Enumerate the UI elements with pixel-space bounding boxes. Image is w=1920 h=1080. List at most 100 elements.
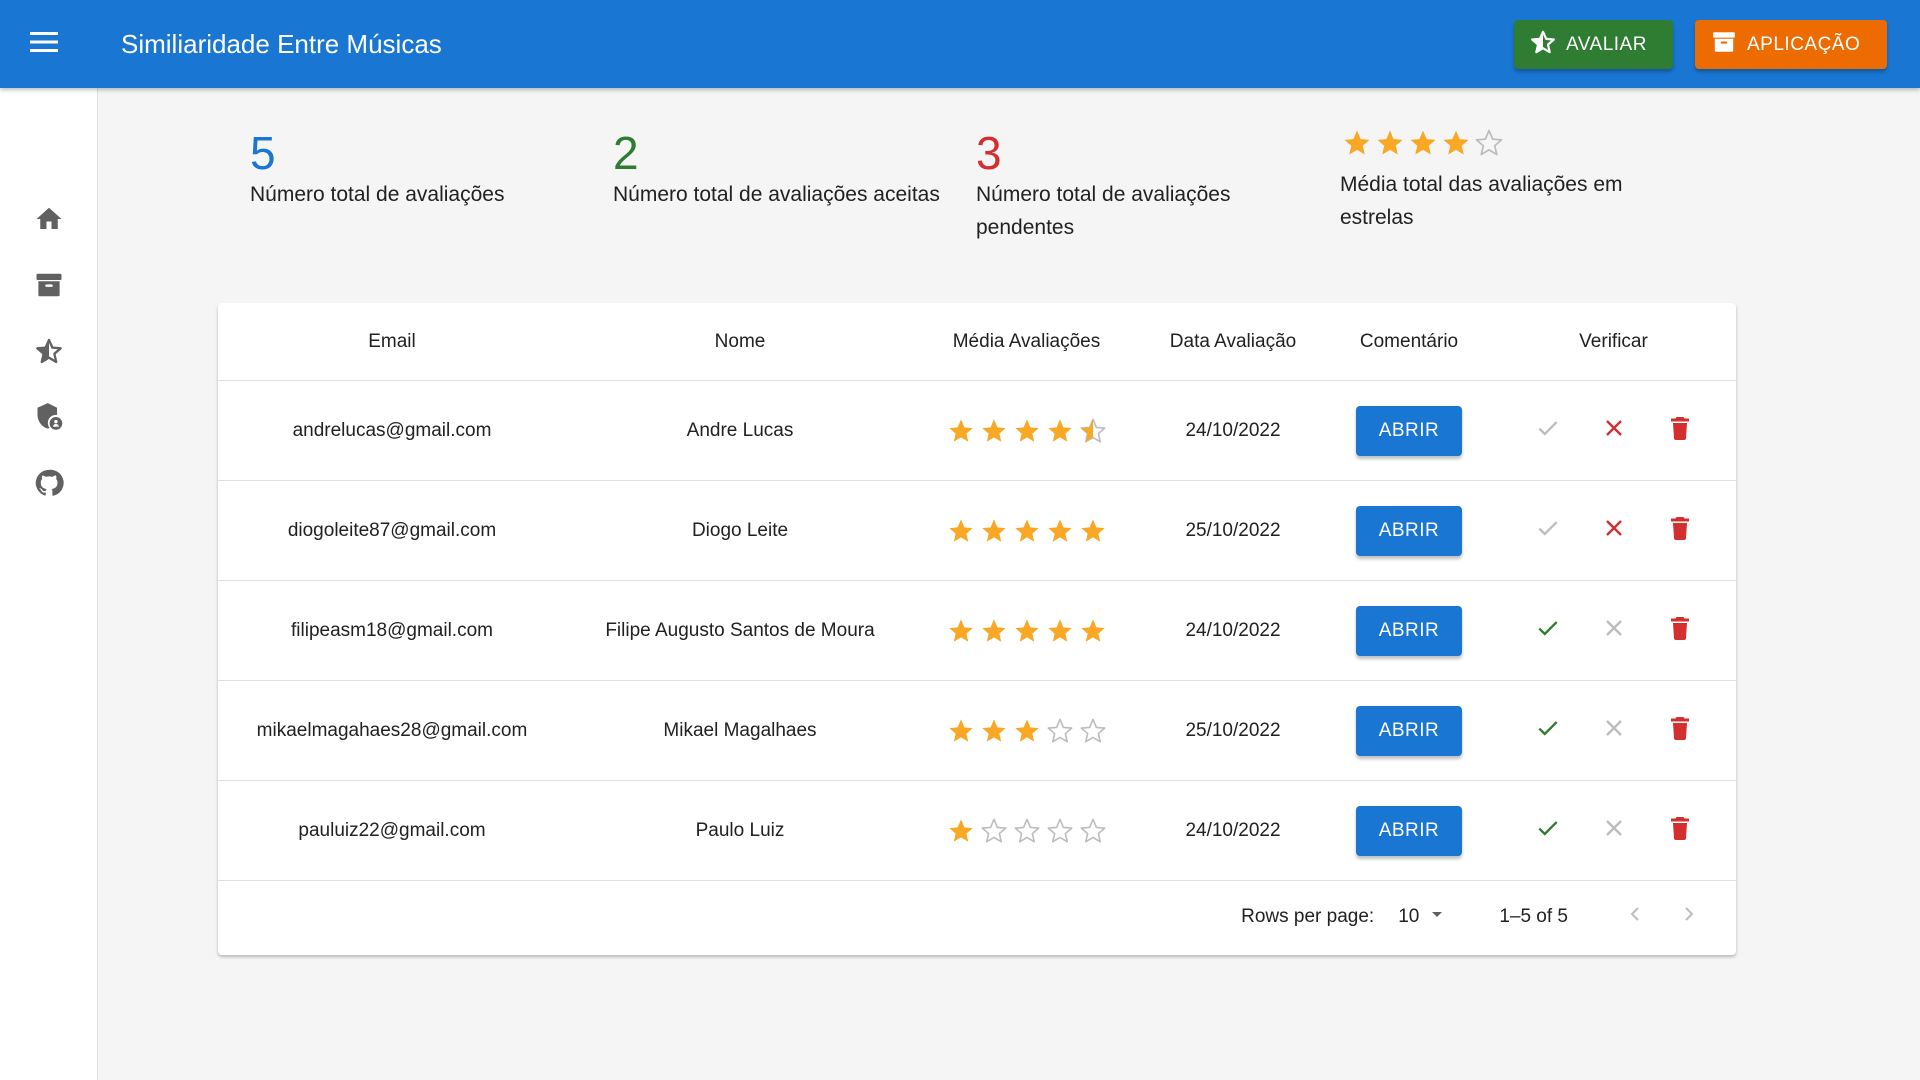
trash-icon — [1668, 415, 1692, 447]
table-row: mikaelmagahaes28@gmail.com Mikael Magalh… — [218, 681, 1736, 781]
star-filled-icon — [1079, 517, 1107, 545]
cell-nome: Mikael Magalhaes — [663, 719, 817, 741]
cell-data: 24/10/2022 — [1185, 419, 1281, 441]
avaliar-button[interactable]: AVALIAR — [1514, 20, 1673, 69]
cell-nome: Paulo Luiz — [695, 819, 785, 841]
rows-per-page-select[interactable]: 10 — [1398, 902, 1449, 932]
stat-pendentes-label-1: Número total de avaliações — [976, 183, 1231, 206]
accept-button[interactable] — [1531, 414, 1564, 447]
sidebar-item-home[interactable] — [0, 188, 98, 254]
aplicacao-label: APLICAÇÃO — [1747, 33, 1861, 55]
stat-media-label-2: estrelas — [1340, 206, 1414, 229]
star-filled-icon — [1013, 717, 1041, 745]
stat-pendentes: 3 Número total de avaliações pendentes — [976, 128, 1230, 244]
rows-per-page-label: Rows per page: — [1241, 906, 1375, 927]
star-filled-icon — [1013, 517, 1041, 545]
check-icon — [1535, 715, 1561, 747]
cell-data: 25/10/2022 — [1185, 719, 1281, 741]
abrir-button[interactable]: ABRIR — [1356, 805, 1462, 856]
avaliar-label: AVALIAR — [1566, 33, 1647, 55]
star-filled-icon — [1046, 517, 1074, 545]
star-filled-icon — [1013, 617, 1041, 645]
previous-page-button[interactable] — [1608, 897, 1662, 937]
cell-verificar — [1491, 514, 1736, 547]
cell-nome: Diogo Leite — [691, 519, 789, 541]
abrir-button[interactable]: ABRIR — [1356, 505, 1462, 556]
cell-nome: Andre Lucas — [686, 419, 794, 441]
github-icon — [34, 468, 64, 503]
sidebar-item-archive[interactable] — [0, 254, 98, 320]
cell-comentario: ABRIR — [1327, 805, 1491, 856]
abrir-button[interactable]: ABRIR — [1356, 705, 1462, 756]
delete-button[interactable] — [1663, 614, 1696, 647]
next-page-button[interactable] — [1662, 897, 1716, 937]
table-header: Email Nome Média Avaliações Data Avaliaç… — [218, 303, 1736, 381]
cell-email: andrelucas@gmail.com — [292, 419, 492, 441]
stat-media-stars — [1342, 126, 1623, 160]
cell-email: diogoleite87@gmail.com — [287, 519, 497, 541]
header-media: Média Avaliações — [952, 330, 1101, 352]
accept-button[interactable] — [1531, 514, 1564, 547]
star-empty-icon — [1079, 817, 1107, 845]
cell-rating — [914, 617, 1139, 645]
delete-button[interactable] — [1663, 714, 1696, 747]
cell-email: mikaelmagahaes28@gmail.com — [256, 719, 528, 741]
star-filled-icon — [1342, 128, 1372, 158]
star-filled-icon — [947, 417, 975, 445]
cell-comentario: ABRIR — [1327, 705, 1491, 756]
trash-icon — [1668, 515, 1692, 547]
star-filled-icon — [947, 617, 975, 645]
stat-pendentes-value: 3 — [976, 127, 1002, 179]
delete-button[interactable] — [1663, 514, 1696, 547]
rating-stars — [947, 517, 1107, 545]
close-icon — [1602, 416, 1626, 446]
table-row: pauluiz22@gmail.com Paulo Luiz 24/10/202… — [218, 781, 1736, 881]
trash-icon — [1668, 715, 1692, 747]
reject-button[interactable] — [1597, 714, 1630, 747]
stat-aceitas: 2 Número total de avaliações aceitas — [613, 128, 940, 211]
star-empty-icon — [980, 817, 1008, 845]
table-row: andrelucas@gmail.com Andre Lucas 24/10/2… — [218, 381, 1736, 481]
rating-stars — [947, 617, 1107, 645]
star-empty-icon — [1046, 817, 1074, 845]
cell-verificar — [1491, 714, 1736, 747]
cell-verificar — [1491, 814, 1736, 847]
check-icon — [1535, 415, 1561, 447]
aplicacao-button[interactable]: APLICAÇÃO — [1695, 20, 1887, 69]
table-pagination: Rows per page: 10 1–5 of 5 — [218, 881, 1736, 953]
star-empty-icon — [1013, 817, 1041, 845]
abrir-button[interactable]: ABRIR — [1356, 605, 1462, 656]
star-empty-icon — [1046, 717, 1074, 745]
star-filled-icon — [980, 717, 1008, 745]
security-icon — [35, 402, 63, 437]
sidebar-item-avaliar[interactable] — [0, 320, 98, 386]
delete-button[interactable] — [1663, 814, 1696, 847]
cell-data: 24/10/2022 — [1185, 819, 1281, 841]
accept-button[interactable] — [1531, 714, 1564, 747]
check-icon — [1535, 815, 1561, 847]
delete-button[interactable] — [1663, 414, 1696, 447]
stat-media: Média total das avaliações em estrelas — [1340, 126, 1623, 234]
close-icon — [1602, 516, 1626, 546]
star-filled-icon — [1441, 128, 1471, 158]
rating-stars — [947, 417, 1107, 445]
sidebar-item-github[interactable] — [0, 452, 98, 518]
archive-icon — [34, 270, 64, 305]
reject-button[interactable] — [1597, 814, 1630, 847]
star-filled-icon — [1079, 617, 1107, 645]
close-icon — [1602, 716, 1626, 746]
sidebar — [0, 88, 98, 1080]
header-data: Data Avaliação — [1169, 330, 1297, 352]
cell-comentario: ABRIR — [1327, 405, 1491, 456]
menu-button[interactable] — [0, 0, 88, 88]
abrir-button[interactable]: ABRIR — [1356, 405, 1462, 456]
reject-button[interactable] — [1597, 514, 1630, 547]
accept-button[interactable] — [1531, 814, 1564, 847]
reject-button[interactable] — [1597, 414, 1630, 447]
cell-comentario: ABRIR — [1327, 505, 1491, 556]
cell-comentario: ABRIR — [1327, 605, 1491, 656]
star-filled-icon — [980, 517, 1008, 545]
accept-button[interactable] — [1531, 614, 1564, 647]
reject-button[interactable] — [1597, 614, 1630, 647]
sidebar-item-security[interactable] — [0, 386, 98, 452]
